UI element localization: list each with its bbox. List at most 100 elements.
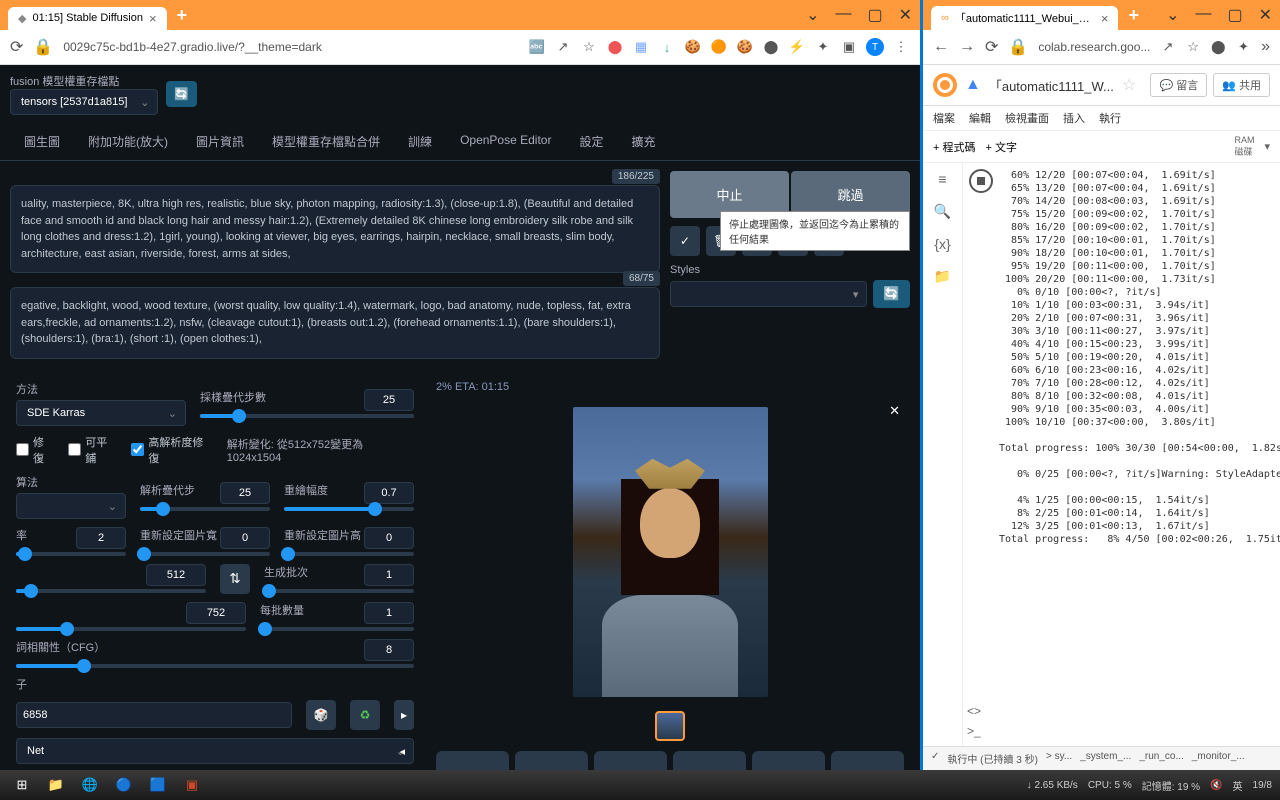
menu-file[interactable]: 檔案 — [933, 110, 955, 126]
task-edge[interactable]: 🌐 — [76, 774, 104, 796]
tab-openpose[interactable]: OpenPose Editor — [446, 123, 565, 160]
tab-pnginfo[interactable]: 圖片資訊 — [182, 123, 258, 160]
tab-train[interactable]: 訓練 — [394, 123, 446, 160]
resize-w-input[interactable] — [220, 527, 270, 549]
lang-indicator[interactable]: 英 — [1233, 778, 1243, 793]
back-icon[interactable]: ← — [933, 38, 949, 56]
generated-image[interactable] — [573, 407, 768, 697]
add-code-button[interactable]: + 程式碼 — [933, 139, 975, 155]
sidebar-icon[interactable]: ▣ — [840, 38, 858, 56]
save-button[interactable]: 儲存 — [515, 751, 588, 771]
comment-button[interactable]: 💬 留言 — [1150, 73, 1207, 97]
cfg-input[interactable] — [364, 639, 414, 661]
forward-icon[interactable]: → — [959, 38, 975, 56]
styles-reload-button[interactable]: 🔄 — [873, 280, 910, 308]
share-icon[interactable]: ↗ — [1160, 38, 1175, 56]
maximize-icon[interactable]: ▢ — [1227, 5, 1242, 25]
task-app[interactable]: 🟦 — [144, 774, 172, 796]
hires-checkbox[interactable]: 高解析度修復 — [131, 434, 212, 466]
task-chrome[interactable]: 🔵 — [110, 774, 138, 796]
tab-merger[interactable]: 模型權重存檔點合併 — [258, 123, 394, 160]
width-input[interactable] — [146, 564, 206, 586]
close-window-icon[interactable]: ✕ — [899, 5, 912, 25]
files-icon[interactable]: 📁 — [934, 268, 951, 285]
search-icon[interactable]: 🔍 — [934, 203, 951, 220]
ext-icon[interactable]: ⚡ — [788, 38, 806, 56]
url-bar-2[interactable]: colab.research.goo... — [1038, 40, 1150, 54]
more-button[interactable]: >> 更多 — [831, 751, 904, 771]
resize-h-slider[interactable] — [284, 552, 414, 556]
ext-icon[interactable]: ⬤ — [606, 38, 624, 56]
ext-icon[interactable]: ⬤ — [1211, 38, 1226, 56]
share-icon[interactable]: ↗ — [554, 38, 572, 56]
denoise-slider[interactable] — [284, 507, 414, 511]
minimize-icon[interactable]: — — [1195, 5, 1211, 25]
share-button[interactable]: 👥 共用 — [1213, 73, 1270, 97]
terminal-icon[interactable]: >_ — [967, 724, 981, 738]
close-preview-icon[interactable]: ✕ — [889, 403, 900, 419]
new-tab-button[interactable]: + — [177, 5, 188, 26]
denoise-input[interactable] — [364, 482, 414, 504]
recycle-icon[interactable]: ♻ — [350, 700, 380, 730]
puzzle-icon[interactable]: ✦ — [814, 38, 832, 56]
tray-icon[interactable]: 🔇 — [1210, 780, 1222, 791]
tile-checkbox[interactable]: 可平鋪 — [68, 434, 117, 466]
prompt-input[interactable]: uality, masterpiece, 8K, ultra high res,… — [10, 185, 660, 273]
upscaler-select[interactable] — [16, 493, 126, 519]
seed-input[interactable] — [16, 702, 292, 728]
batch-size-input[interactable] — [364, 602, 414, 624]
send-img2img-button[interactable]: >> 圖生圖 — [673, 751, 746, 771]
resize-w-slider[interactable] — [140, 552, 270, 556]
star-icon[interactable]: ☆ — [1186, 38, 1201, 56]
code-icon[interactable]: <> — [967, 704, 981, 718]
ext-icon[interactable]: ⬤ — [762, 38, 780, 56]
scale-slider[interactable] — [16, 552, 126, 556]
browser-tab-2[interactable]: ∞ 「automatic1111_Webui_Jack… × — [931, 6, 1118, 30]
download-icon[interactable]: ↓ — [658, 38, 676, 56]
thumbnail[interactable] — [655, 711, 685, 741]
checkpoint-select[interactable]: tensors [2537d1a815] — [10, 89, 158, 115]
menu-icon[interactable]: ⋮ — [892, 38, 910, 56]
height-slider[interactable] — [16, 627, 246, 631]
star-icon[interactable]: ☆ — [580, 38, 598, 56]
send-inpaint-button[interactable]: >> 局部重繪 — [752, 751, 825, 771]
menu-runtime[interactable]: 執行 — [1099, 110, 1121, 126]
controlnet-accordion[interactable]: Net◂ — [16, 738, 414, 764]
reload-checkpoint-button[interactable]: 🔄 — [166, 81, 197, 107]
ext-icon[interactable]: 🍪 — [684, 38, 702, 56]
start-button[interactable]: ⊞ — [8, 774, 36, 796]
run-cell-button[interactable] — [969, 169, 993, 193]
reload-icon[interactable]: ⟳ — [10, 37, 23, 57]
browser-tab-1[interactable]: ◆ 01:15] Stable Diffusion × — [8, 7, 167, 30]
extra-toggle[interactable]: ▸ — [394, 700, 414, 730]
sampler-select[interactable]: SDE Karras — [16, 400, 186, 426]
task-explorer[interactable]: 📁 — [42, 774, 70, 796]
resize-h-input[interactable] — [364, 527, 414, 549]
close-icon[interactable]: × — [1101, 11, 1109, 26]
dropdown-icon[interactable]: ⌄ — [806, 5, 819, 25]
hires-steps-slider[interactable] — [140, 507, 270, 511]
tab-settings[interactable]: 設定 — [565, 123, 617, 160]
negative-prompt-input[interactable]: egative, backlight, wood, wood texture, … — [10, 287, 660, 359]
dropdown-icon[interactable]: ⌄ — [1166, 5, 1179, 25]
minimize-icon[interactable]: — — [835, 5, 851, 25]
close-window-icon[interactable]: ✕ — [1259, 5, 1272, 25]
tab-extensions[interactable]: 擴充 — [617, 123, 669, 160]
scale-input[interactable] — [76, 527, 126, 549]
vars-icon[interactable]: {x} — [934, 236, 950, 252]
avatar[interactable]: T — [866, 38, 884, 56]
batch-count-slider[interactable] — [264, 589, 414, 593]
styles-select[interactable] — [670, 281, 867, 307]
menu-edit[interactable]: 編輯 — [969, 110, 991, 126]
new-tab-button[interactable]: + — [1128, 5, 1139, 26]
toc-icon[interactable]: ≡ — [938, 171, 946, 187]
tab-extras[interactable]: 附加功能(放大) — [74, 123, 182, 160]
open-folder-button[interactable]: 📂 — [436, 751, 509, 771]
maximize-icon[interactable]: ▢ — [867, 5, 882, 25]
close-icon[interactable]: × — [149, 11, 157, 26]
ext-icon[interactable]: 🍪 — [736, 38, 754, 56]
tab-img2img[interactable]: 圖生圖 — [10, 123, 74, 160]
edit-icon[interactable]: ✓ — [670, 226, 700, 256]
height-input[interactable] — [186, 602, 246, 624]
add-text-button[interactable]: + 文字 — [985, 139, 1016, 155]
